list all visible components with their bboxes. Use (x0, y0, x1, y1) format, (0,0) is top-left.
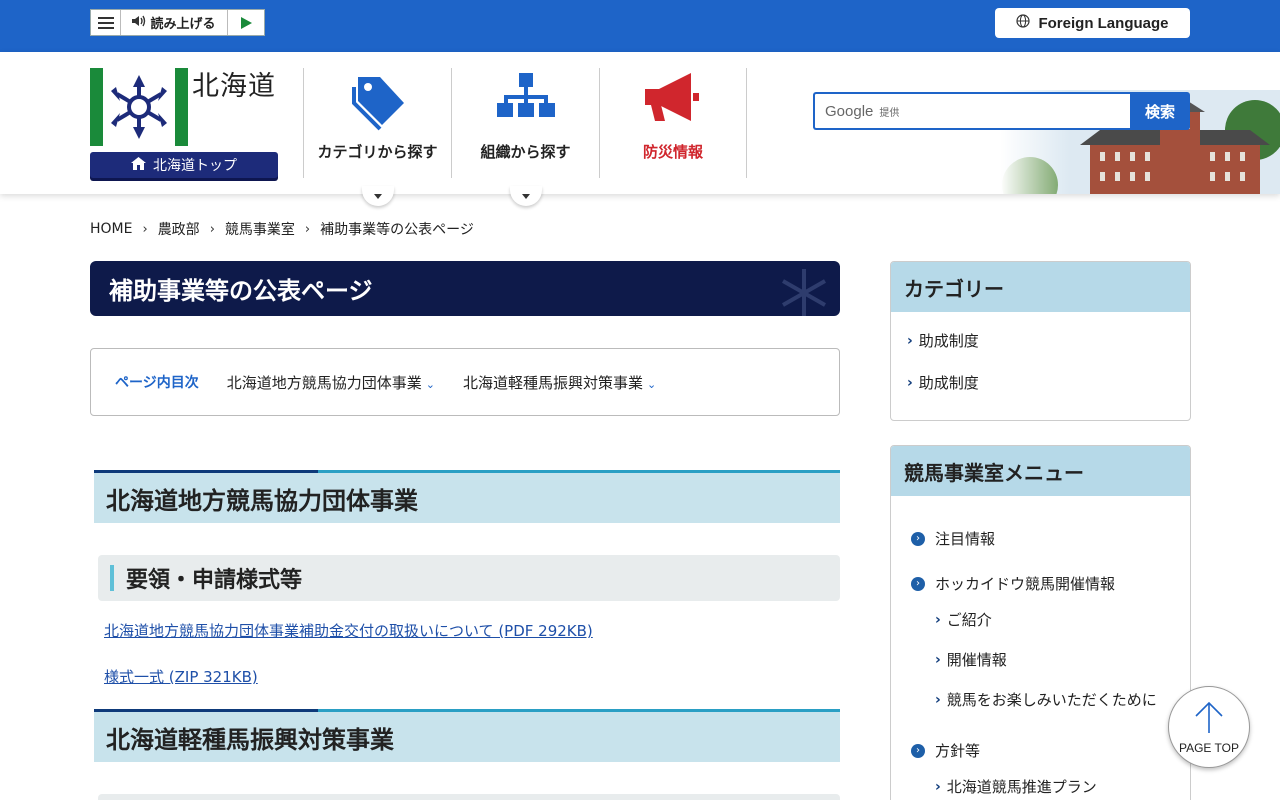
sidebar-menu-label: 開催情報 (946, 651, 1007, 669)
org-chart-icon (496, 73, 556, 133)
nav-organization-dropdown[interactable] (510, 186, 542, 206)
search-brand-label: Google (825, 102, 874, 120)
toc-label: ページ内目次 (115, 375, 199, 391)
arrow-circle-icon: › (911, 531, 925, 546)
breadcrumb-home[interactable]: HOME (90, 221, 132, 237)
sidebar-menu-label: 方針等 (935, 742, 981, 760)
read-aloud-toolbar: 読み上げる (90, 9, 265, 36)
hamburger-icon (97, 16, 114, 29)
chevron-down-icon: ⌄ (646, 377, 657, 391)
play-button[interactable] (228, 10, 264, 35)
sidebar-category-label: 助成制度 (918, 332, 979, 350)
arrow-circle-icon: › (911, 743, 925, 758)
foreign-language-label: Foreign Language (1038, 14, 1169, 32)
page-top-button[interactable]: PAGE TOP (1168, 686, 1250, 768)
hokkaido-logo[interactable] (90, 68, 190, 146)
site-logo-text: 北海道 (192, 71, 276, 102)
nav-category-dropdown[interactable] (362, 186, 394, 206)
sidebar-submenu-item[interactable]: › 競馬をお楽しみいただくために (935, 689, 1157, 710)
sidebar-menu-label: 競馬をお楽しみいただくために (946, 691, 1157, 709)
reader-menu-button[interactable] (91, 10, 121, 35)
toc-item-label: 北海道軽種馬振興対策事業 (462, 373, 643, 392)
breadcrumb-current: 補助事業等の公表ページ (320, 222, 474, 238)
sidebar-submenu-item[interactable]: › 開催情報 (935, 649, 1007, 670)
read-aloud-button[interactable]: 読み上げる (121, 10, 228, 35)
page-title-text: 補助事業等の公表ページ (109, 277, 373, 305)
read-aloud-label: 読み上げる (150, 17, 216, 32)
search-button[interactable]: 検索 (1130, 92, 1190, 130)
chevron-right-icon: › (935, 651, 941, 668)
nav-organization[interactable]: 組織から探す (451, 68, 599, 178)
sidebar-submenu-item[interactable]: › 北海道競馬推進プラン (935, 776, 1097, 797)
nav-disaster-info[interactable]: 防災情報 (599, 68, 747, 178)
nav-organization-label: 組織から探す (480, 143, 571, 161)
subsection-heading (98, 794, 840, 800)
subsection-heading: 要領・申請様式等 (98, 555, 840, 601)
chevron-down-icon (374, 193, 382, 199)
breadcrumb-department[interactable]: 農政部 (158, 219, 200, 239)
sidebar-category-item[interactable]: › 助成制度 (907, 372, 979, 393)
breadcrumb-office[interactable]: 競馬事業室 (225, 219, 295, 239)
toc-item[interactable]: 北海道軽種馬振興対策事業 ⌄ (463, 372, 656, 393)
arrow-up-icon (1192, 700, 1226, 737)
section-heading: 北海道軽種馬振興対策事業 (94, 709, 840, 762)
sidebar-menu: 競馬事業室メニュー › 注目情報 › ホッカイドウ競馬開催情報 › ご紹介 › 開催情報… (890, 445, 1191, 800)
chevron-right-icon: › (209, 221, 215, 237)
section-heading: 北海道地方競馬協力団体事業 (94, 470, 840, 523)
sidebar-menu-label: 北海道競馬推進プラン (946, 778, 1097, 796)
sidebar-submenu-item[interactable]: › ご紹介 (935, 609, 992, 630)
chevron-down-icon: ⌄ (425, 377, 435, 391)
page-toc: ページ内目次 北海道地方競馬協力団体事業 ⌄ 北海道軽種馬振興対策事業 ⌄ (90, 348, 840, 416)
sidebar-category: カテゴリー › 助成制度 › 助成制度 (890, 261, 1191, 421)
sidebar-menu-label: ホッカイドウ競馬開催情報 (935, 575, 1116, 593)
megaphone-icon (643, 71, 703, 127)
speaker-icon (132, 15, 146, 31)
sidebar-menu-label: ご紹介 (946, 611, 992, 629)
page-top-label: PAGE TOP (1178, 740, 1240, 755)
chevron-right-icon: › (935, 611, 941, 628)
search-input[interactable]: Google 提供 (813, 92, 1130, 130)
nav-category[interactable]: カテゴリから探す (303, 68, 451, 178)
breadcrumb: HOME › 農政部 › 競馬事業室 › 補助事業等の公表ページ (90, 219, 474, 239)
page-title: 補助事業等の公表ページ (90, 261, 840, 316)
site-search: Google 提供 検索 (813, 92, 1190, 130)
search-provided-label: 提供 (879, 107, 900, 119)
arrow-circle-icon: › (911, 576, 925, 591)
play-icon (240, 16, 252, 29)
chevron-down-icon (522, 193, 530, 199)
sidebar-menu-item[interactable]: › ホッカイドウ競馬開催情報 (911, 573, 1115, 594)
sidebar-menu-item[interactable]: › 方針等 (911, 740, 980, 761)
sidebar-category-title: カテゴリー (891, 262, 1190, 312)
sidebar-menu-label: 注目情報 (935, 530, 996, 548)
nav-disaster-label: 防災情報 (642, 143, 703, 161)
chevron-right-icon: › (907, 332, 913, 349)
sidebar-category-label: 助成制度 (918, 374, 979, 392)
document-link[interactable]: 様式一式 (ZIP 321KB) (104, 666, 258, 687)
hokkaido-top-label: 北海道トップ (153, 158, 237, 174)
sidebar-category-item[interactable]: › 助成制度 (907, 330, 979, 351)
sidebar-menu-title: 競馬事業室メニュー (891, 446, 1190, 496)
globe-icon (1016, 14, 1031, 32)
nav-category-label: カテゴリから探す (317, 143, 438, 161)
sidebar-menu-item[interactable]: › 注目情報 (911, 528, 995, 549)
chevron-right-icon: › (935, 691, 941, 708)
chevron-right-icon: › (142, 221, 148, 237)
document-link[interactable]: 北海道地方競馬協力団体事業補助金交付の取扱いについて (PDF 292KB) (104, 620, 593, 641)
toc-item-label: 北海道地方競馬協力団体事業 (226, 373, 422, 392)
hokkaido-top-button[interactable]: 北海道トップ (90, 152, 278, 178)
home-icon (131, 156, 146, 174)
foreign-language-button[interactable]: Foreign Language (995, 8, 1190, 38)
chevron-right-icon: › (304, 221, 311, 237)
toc-item[interactable]: 北海道地方競馬協力団体事業 ⌄ (227, 372, 435, 393)
chevron-right-icon: › (935, 778, 941, 795)
chevron-right-icon: › (907, 374, 913, 391)
emblem-icon (772, 263, 836, 316)
tag-icon (348, 73, 408, 135)
